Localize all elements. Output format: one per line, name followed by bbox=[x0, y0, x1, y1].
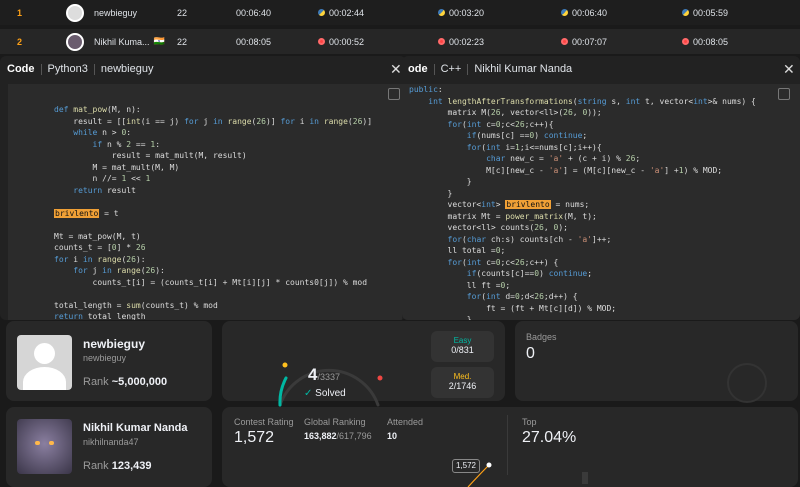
badge-placeholder-icon bbox=[727, 363, 767, 403]
code-header: Code Python3 newbieguy bbox=[7, 56, 153, 82]
code-block[interactable]: def mat_pow(M, n): result = [[int(i == j… bbox=[8, 84, 402, 320]
q3-time[interactable]: 00:06:40 bbox=[561, 8, 607, 18]
q3-time[interactable]: 00:07:07 bbox=[561, 37, 607, 47]
finish-time: 00:08:05 bbox=[236, 36, 272, 47]
top-label: Top bbox=[522, 417, 537, 427]
q1-time[interactable]: 00:02:44 bbox=[318, 8, 364, 18]
cpp-icon bbox=[561, 38, 568, 45]
rating-label: Contest Rating bbox=[234, 417, 294, 427]
divider bbox=[433, 63, 435, 75]
attended-value: 10 bbox=[387, 431, 398, 441]
profile-card: newbieguy newbieguy Rank ~5,000,000 bbox=[6, 321, 212, 401]
divider bbox=[40, 63, 42, 75]
medium-stat[interactable]: Med. 2/1746 bbox=[431, 367, 494, 398]
python-icon bbox=[438, 9, 445, 16]
avatar bbox=[66, 3, 84, 22]
python-icon bbox=[682, 9, 689, 16]
flag-icon: 🇮🇳 bbox=[153, 36, 165, 46]
code-user: newbieguy bbox=[100, 63, 154, 75]
close-icon[interactable]: ✕ bbox=[390, 61, 402, 78]
check-icon: ✓ bbox=[304, 388, 313, 399]
python-icon bbox=[318, 9, 325, 16]
profile-handle: newbieguy bbox=[83, 353, 127, 363]
code-language: C++ bbox=[440, 63, 462, 75]
badges-label: Badges bbox=[526, 332, 557, 342]
divider bbox=[93, 63, 95, 75]
top-value: 27.04% bbox=[522, 429, 577, 446]
q4-time[interactable]: 00:08:05 bbox=[682, 37, 728, 47]
code-header: ode C++ Nikhil Kumar Nanda bbox=[408, 56, 572, 82]
code-language: Python3 bbox=[47, 63, 88, 75]
solved-label: ✓ Solved bbox=[304, 388, 346, 399]
rating-line-chart[interactable] bbox=[452, 462, 500, 487]
copy-icon[interactable] bbox=[388, 88, 400, 100]
python-icon bbox=[561, 9, 568, 16]
rank-number: 2 bbox=[17, 36, 23, 47]
rating-value: 1,572 bbox=[234, 429, 275, 446]
username[interactable]: Nikhil Kuma... 🇮🇳 bbox=[94, 36, 165, 47]
code-title: ode bbox=[408, 63, 428, 75]
profile-name[interactable]: newbieguy bbox=[83, 337, 145, 351]
finish-time: 00:06:40 bbox=[236, 7, 272, 18]
copy-icon[interactable] bbox=[778, 88, 790, 100]
easy-stat[interactable]: Easy 0/831 bbox=[431, 331, 494, 362]
username[interactable]: newbieguy bbox=[94, 8, 137, 18]
code-user: Nikhil Kumar Nanda bbox=[474, 63, 573, 75]
rank-number: 1 bbox=[17, 7, 23, 18]
cpp-icon bbox=[682, 38, 689, 45]
code-panel-right: ode C++ Nikhil Kumar Nanda ✕ public: int… bbox=[402, 56, 800, 320]
code-block[interactable]: public: int lengthAfterTransformations(s… bbox=[402, 84, 800, 320]
q4-time[interactable]: 00:05:59 bbox=[682, 8, 728, 18]
global-ranking-label: Global Ranking bbox=[304, 417, 366, 427]
score: 22 bbox=[177, 7, 188, 18]
attended-label: Attended bbox=[387, 417, 424, 427]
code-panel-left: Code Python3 newbieguy ✕ def mat_pow(M, … bbox=[0, 56, 406, 320]
avatar[interactable] bbox=[17, 419, 72, 474]
divider bbox=[507, 415, 508, 475]
contest-card: Contest Rating 1,572 Global Ranking 163,… bbox=[222, 407, 798, 487]
profile-card: Nikhil Kumar Nanda nikhilnanda47 Rank 12… bbox=[6, 407, 212, 487]
score: 22 bbox=[177, 36, 188, 47]
cpp-icon bbox=[318, 38, 325, 45]
profile-name[interactable]: Nikhil Kumar Nanda bbox=[83, 422, 188, 434]
table-row[interactable]: 1 newbieguy 22 00:06:40 00:02:44 00:03:2… bbox=[0, 0, 800, 25]
badges-card: Badges 0 bbox=[515, 321, 798, 403]
q2-time[interactable]: 00:03:20 bbox=[438, 8, 484, 18]
close-icon[interactable]: ✕ bbox=[783, 61, 795, 78]
global-ranking-value: 163,882/617,796 bbox=[304, 431, 372, 441]
profile-handle: nikhilnanda47 bbox=[83, 437, 139, 447]
code-title: Code bbox=[7, 63, 35, 75]
divider bbox=[467, 63, 469, 75]
rank-line: Rank ~5,000,000 bbox=[83, 376, 168, 388]
q1-time[interactable]: 00:00:52 bbox=[318, 37, 364, 47]
solved-count: 4/3337 bbox=[308, 365, 340, 384]
cpp-icon bbox=[438, 38, 445, 45]
q2-time[interactable]: 00:02:23 bbox=[438, 37, 484, 47]
table-row[interactable]: 2 Nikhil Kuma... 🇮🇳 22 00:08:05 00:00:52 … bbox=[0, 29, 800, 54]
histogram-bar bbox=[582, 472, 588, 484]
avatar[interactable] bbox=[17, 335, 72, 390]
badges-count: 0 bbox=[526, 345, 535, 362]
rank-line: Rank 123,439 bbox=[83, 460, 152, 472]
avatar bbox=[66, 32, 84, 51]
solved-card: 4/3337 ✓ Solved Easy 0/831 Med. 2/1746 bbox=[222, 321, 505, 407]
